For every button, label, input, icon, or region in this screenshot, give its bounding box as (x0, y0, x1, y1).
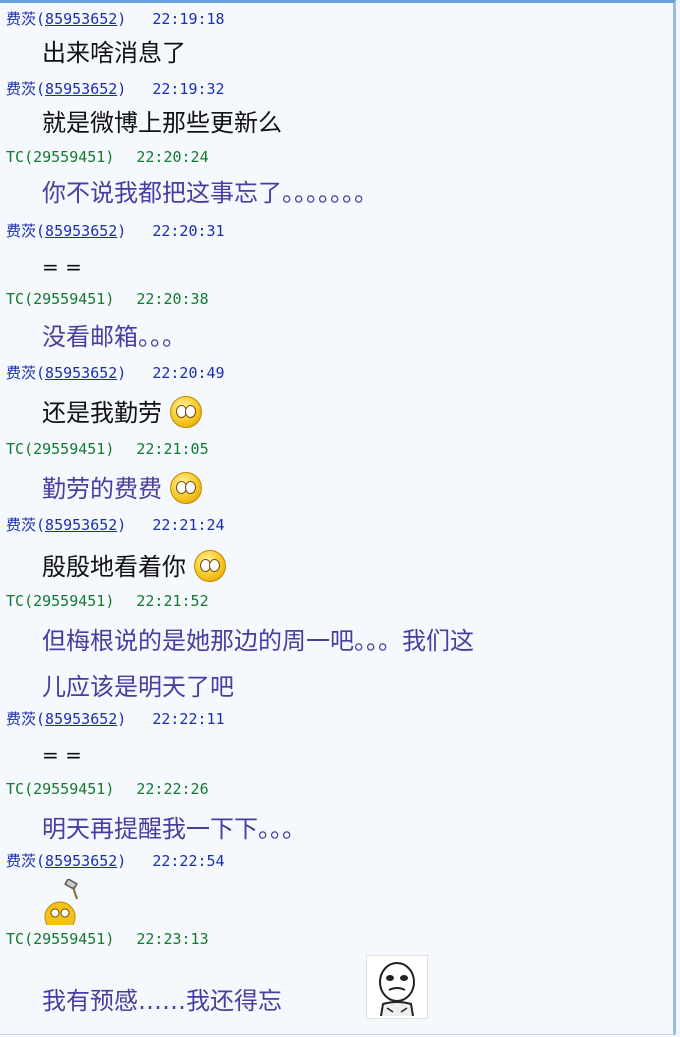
message-text: 没看邮箱。。。 (42, 323, 186, 351)
message-header: TC(29559451) 22:22:26 (6, 780, 209, 798)
message-time: 22:21:05 (136, 440, 209, 458)
sender-name: TC (6, 148, 25, 166)
message-body: 还是我勤劳 (42, 396, 202, 429)
message-header: 费茨(85953652) 22:22:11 (6, 710, 225, 728)
sender-name: TC (6, 930, 25, 948)
message-header: TC(29559451) 22:20:24 (6, 148, 209, 166)
sender-name: TC (6, 290, 25, 308)
message-text: 就是微博上那些更新么 (42, 109, 282, 137)
sender-qq-link[interactable]: 85953652 (45, 852, 117, 870)
message-header: 费茨(85953652) 22:20:31 (6, 222, 225, 240)
sender-qq-link[interactable]: 85953652 (45, 10, 117, 28)
message-header: 费茨(85953652) 22:22:54 (6, 852, 225, 870)
sender-qq: 29559451 (33, 290, 106, 308)
message-header: 费茨(85953652) 22:21:24 (6, 516, 225, 534)
message-text: 出来啥消息了 (42, 39, 186, 67)
sender-name: 费茨 (6, 852, 37, 870)
message-body: 勤劳的费费 (42, 472, 202, 505)
message-time: 22:23:13 (136, 930, 209, 948)
flushed-face-emoji-icon (193, 550, 226, 582)
meme-face-sticker-icon (366, 955, 428, 1019)
message-text: = = (42, 743, 82, 767)
message-header: 费茨(85953652) 22:19:18 (6, 10, 225, 28)
message-text: 殷殷地看着你 (42, 553, 186, 581)
message-text: 你不说我都把这事忘了。。。。。。。 (42, 179, 378, 207)
message-text: 明天再提醒我一下下。。。 (42, 815, 306, 843)
message-body: 殷殷地看着你 (42, 550, 226, 583)
message-time: 22:19:18 (152, 10, 225, 28)
message-text: 勤劳的费费 (42, 475, 162, 503)
message-text-line: 但梅根说的是她那边的周一吧。。。我们这 (42, 627, 474, 655)
flushed-face-emoji-icon (169, 396, 202, 428)
message-time: 22:22:54 (152, 852, 225, 870)
sender-qq: 29559451 (33, 780, 106, 798)
message-time: 22:22:26 (136, 780, 209, 798)
message-text: = = (42, 255, 82, 279)
message-header: TC(29559451) 22:20:38 (6, 290, 209, 308)
sender-name: 费茨 (6, 10, 37, 28)
hammer-smash-emoji-icon (40, 877, 86, 933)
sender-name: 费茨 (6, 516, 37, 534)
sender-name: 费茨 (6, 222, 37, 240)
message-text: 还是我勤劳 (42, 399, 162, 427)
sender-qq: 29559451 (33, 930, 106, 948)
message-time: 22:21:24 (152, 516, 225, 534)
message-text: 我有预感……我还得忘 (42, 987, 282, 1015)
message-time: 22:20:38 (136, 290, 209, 308)
message-header: 费茨(85953652) 22:20:49 (6, 364, 225, 382)
sender-qq: 29559451 (33, 592, 106, 610)
chat-history-panel[interactable]: 费茨(85953652) 22:19:18 出来啥消息了 费茨(85953652)… (0, 0, 676, 1035)
sender-name: 费茨 (6, 364, 37, 382)
message-time: 22:22:11 (152, 710, 225, 728)
sender-name: TC (6, 592, 25, 610)
message-time: 22:19:32 (152, 80, 225, 98)
sender-qq: 29559451 (33, 148, 106, 166)
sender-name: 费茨 (6, 710, 37, 728)
sender-name: 费茨 (6, 80, 37, 98)
sender-qq-link[interactable]: 85953652 (45, 710, 117, 728)
sender-qq: 29559451 (33, 440, 106, 458)
sender-qq-link[interactable]: 85953652 (45, 80, 117, 98)
sender-qq-link[interactable]: 85953652 (45, 222, 117, 240)
flushed-face-emoji-icon (169, 472, 202, 504)
message-header: 费茨(85953652) 22:19:32 (6, 80, 225, 98)
sender-qq-link[interactable]: 85953652 (45, 364, 117, 382)
message-text-line: 儿应该是明天了吧 (42, 673, 234, 701)
message-header: TC(29559451) 22:21:05 (6, 440, 209, 458)
message-time: 22:20:24 (136, 148, 209, 166)
message-header: TC(29559451) 22:21:52 (6, 592, 209, 610)
sender-qq-link[interactable]: 85953652 (45, 516, 117, 534)
sender-name: TC (6, 440, 25, 458)
message-time: 22:21:52 (136, 592, 209, 610)
message-header: TC(29559451) 22:23:13 (6, 930, 209, 948)
sender-name: TC (6, 780, 25, 798)
message-time: 22:20:49 (152, 364, 225, 382)
message-time: 22:20:31 (152, 222, 225, 240)
